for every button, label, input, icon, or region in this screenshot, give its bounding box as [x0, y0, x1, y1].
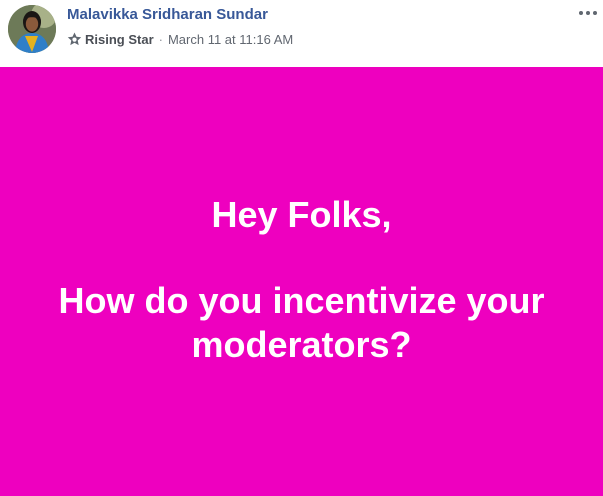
post-question: How do you incentivize your moderators? — [58, 280, 545, 365]
post-greeting: Hey Folks, — [211, 194, 392, 235]
feed-post: Malavikka Sridharan Sundar Rising Star ·… — [0, 0, 603, 496]
avatar-image — [8, 5, 56, 53]
more-options-icon — [579, 11, 597, 15]
author-name-link[interactable]: Malavikka Sridharan Sundar — [67, 6, 268, 23]
post-meta: Rising Star · March 11 at 11:16 AM — [67, 31, 293, 47]
star-badge-icon — [67, 32, 82, 47]
meta-separator: · — [158, 31, 163, 47]
post-content-card[interactable]: Hey Folks, How do you incentivize your m… — [0, 67, 603, 496]
more-options-button[interactable] — [576, 6, 600, 20]
post-header: Malavikka Sridharan Sundar Rising Star ·… — [0, 0, 603, 67]
post-timestamp[interactable]: March 11 at 11:16 AM — [168, 32, 293, 47]
author-avatar[interactable] — [8, 5, 56, 53]
badge-label[interactable]: Rising Star — [85, 32, 154, 47]
